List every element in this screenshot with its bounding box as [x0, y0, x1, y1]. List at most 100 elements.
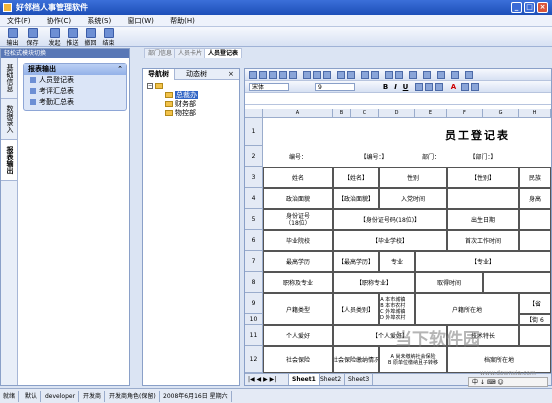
cell-field[interactable] — [519, 209, 551, 230]
row-header[interactable]: 7 — [245, 251, 263, 272]
tab-department-info[interactable]: 部门信息 — [144, 48, 177, 58]
paste-icon[interactable] — [323, 71, 331, 79]
new-icon[interactable] — [249, 71, 257, 79]
cell-label[interactable]: 专业 — [379, 251, 415, 272]
col-header-h[interactable]: H — [519, 109, 551, 118]
row-header[interactable]: 1 — [245, 118, 263, 146]
copy-icon[interactable] — [313, 71, 321, 79]
tab-personnel-register[interactable]: 人员登记表 — [204, 48, 243, 58]
cut-icon[interactable] — [303, 71, 311, 79]
preview-icon[interactable] — [289, 71, 297, 79]
cell-field[interactable]: 【政治面貌】 — [333, 188, 379, 209]
col-header-e[interactable]: E — [415, 109, 447, 118]
cell-label[interactable]: 取得时间 — [415, 272, 483, 293]
cell-label[interactable]: 姓名 — [263, 167, 333, 188]
minimize-button[interactable]: _ — [511, 2, 522, 13]
cell-field[interactable]: 【性别】 — [447, 167, 519, 188]
cell-field[interactable]: 【姓名】 — [333, 167, 379, 188]
cell-label[interactable]: 入党时间 — [379, 188, 447, 209]
cell-label[interactable]: 部门： — [415, 146, 447, 167]
cell-label[interactable]: 政治面貌 — [263, 188, 333, 209]
underline-button[interactable]: U — [401, 82, 410, 92]
align-left-icon[interactable] — [415, 83, 423, 91]
col-header-d[interactable]: D — [379, 109, 415, 118]
cell-field[interactable]: 【部门：】 — [447, 146, 519, 167]
tree-root[interactable]: − — [147, 82, 165, 91]
row-header[interactable]: 6 — [245, 230, 263, 251]
cell-field[interactable]: 【身份证号码(18位)】 — [333, 209, 447, 230]
row-header[interactable]: 12 — [245, 346, 263, 373]
align-right-icon[interactable] — [435, 83, 443, 91]
cell-field[interactable] — [483, 272, 551, 293]
italic-button[interactable]: I — [391, 82, 400, 92]
help-icon[interactable] — [465, 71, 473, 79]
close-button[interactable]: × — [537, 2, 548, 13]
cell-field[interactable]: 【编号：】 — [333, 146, 415, 167]
row-header[interactable]: 2 — [245, 146, 263, 167]
sort-icon[interactable] — [385, 71, 393, 79]
undo-icon[interactable] — [337, 71, 345, 79]
tree-node[interactable]: 总裁办 — [165, 91, 198, 100]
collapse-icon[interactable]: − — [147, 83, 153, 89]
function-icon[interactable] — [423, 71, 431, 79]
tab-sheet2[interactable]: Sheet2 — [317, 374, 346, 385]
delete-icon[interactable] — [371, 71, 379, 79]
row-header[interactable]: 11 — [245, 325, 263, 346]
vtab-data-entry[interactable]: 数据录入 — [1, 99, 17, 140]
cell-field[interactable]: 【街 6 — [519, 314, 551, 325]
cell-field[interactable]: 【专业】 — [415, 251, 551, 272]
font-name-select[interactable]: 宋体 — [249, 83, 289, 91]
tab-dynamic-tree[interactable]: 动态树 — [181, 69, 212, 80]
cell-label[interactable]: 编号： — [263, 146, 333, 167]
formula-bar[interactable] — [245, 93, 551, 105]
cell-field[interactable] — [519, 230, 551, 251]
corner-cell[interactable] — [245, 109, 263, 118]
save-icon[interactable] — [269, 71, 277, 79]
chevron-up-icon[interactable]: ⌃ — [117, 64, 123, 75]
redo-icon[interactable] — [347, 71, 355, 79]
cell-label[interactable]: 职称及专业 — [263, 272, 333, 293]
fill-icon[interactable] — [471, 83, 479, 91]
print-icon[interactable] — [279, 71, 287, 79]
filter-icon[interactable] — [395, 71, 403, 79]
tab-personnel-card[interactable]: 人员卡片 — [174, 48, 207, 58]
vtab-basic-info[interactable]: 基础信息 — [1, 58, 17, 99]
cell-field[interactable]: 【省 — [519, 293, 551, 314]
nav-item-attendance-summary[interactable]: 考勤汇总表 — [24, 97, 126, 108]
end-button[interactable]: 结束 — [100, 28, 117, 47]
bold-button[interactable]: B — [381, 82, 390, 92]
cell-label[interactable]: 性别 — [379, 167, 447, 188]
tab-sheet3[interactable]: Sheet3 — [345, 374, 374, 385]
cell-field[interactable]: 【最高学历】 — [333, 251, 379, 272]
merge-icon[interactable] — [437, 71, 445, 79]
cell-label[interactable]: 个人爱好 — [263, 325, 333, 346]
col-header-b[interactable]: B — [333, 109, 351, 118]
row-header[interactable]: 3 — [245, 167, 263, 188]
vtab-report-output[interactable]: 报表输出 — [1, 140, 17, 181]
col-header-c[interactable]: C — [351, 109, 379, 118]
cell-field[interactable]: 【毕业学校】 — [333, 230, 447, 251]
zoom-icon[interactable] — [451, 71, 459, 79]
font-size-select[interactable]: 9 — [315, 83, 355, 91]
ime-bar[interactable]: 中 ↓ ⌨ ☺ — [468, 377, 548, 387]
nav-item-personnel-register[interactable]: 人员登记表 — [24, 75, 126, 86]
menu-file[interactable]: 文件(F) — [0, 15, 38, 27]
cell-label[interactable]: 户籍所在地 — [415, 293, 519, 325]
open-icon[interactable] — [259, 71, 267, 79]
menu-collab[interactable]: 协作(C) — [40, 15, 78, 27]
row-header[interactable]: 5 — [245, 209, 263, 230]
cell-label[interactable]: 出生日期 — [447, 209, 519, 230]
font-color-button[interactable]: A — [449, 82, 458, 92]
cell-options[interactable]: A 本市城镇 B 本市农村 C 外埠城镇 D 外埠农村 — [379, 293, 415, 325]
col-header-f[interactable]: F — [447, 109, 483, 118]
cell-label[interactable]: 民族 — [519, 167, 551, 188]
row-header[interactable]: 4 — [245, 188, 263, 209]
push-button[interactable]: 推送 — [64, 28, 81, 47]
menu-system[interactable]: 系统(S) — [80, 15, 118, 27]
row-header[interactable]: 8 — [245, 272, 263, 293]
align-center-icon[interactable] — [425, 83, 433, 91]
tree-node[interactable]: 物控部 — [165, 109, 196, 118]
insert-icon[interactable] — [361, 71, 369, 79]
cell-label[interactable]: 社会保险 — [263, 346, 333, 373]
tree-node[interactable]: 财务部 — [165, 100, 196, 109]
